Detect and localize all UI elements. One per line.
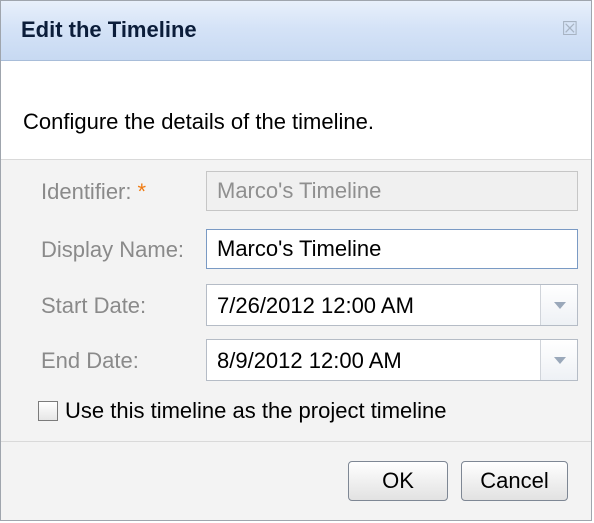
cancel-button[interactable]: Cancel: [461, 461, 568, 501]
project-timeline-checkbox-label[interactable]: Use this timeline as the project timelin…: [65, 398, 447, 424]
start-date-value[interactable]: 7/26/2012 12:00 AM: [217, 293, 414, 319]
end-date-dropdown-button[interactable]: [540, 340, 577, 380]
dialog-titlebar: Edit the Timeline ☒: [1, 1, 591, 61]
end-date-label: End Date:: [41, 348, 139, 373]
dialog-title: Edit the Timeline: [21, 17, 197, 42]
start-date-label: Start Date:: [41, 293, 147, 318]
display-name-input[interactable]: [206, 229, 578, 269]
footer-divider: [1, 441, 591, 442]
identifier-label: Identifier: *: [41, 179, 146, 205]
end-date-value[interactable]: 8/9/2012 12:00 AM: [217, 348, 402, 374]
start-date-combo[interactable]: 7/26/2012 12:00 AM: [206, 284, 578, 326]
display-name-label: Display Name:: [41, 237, 185, 262]
identifier-field: Marco's Timeline: [206, 171, 578, 211]
ok-button[interactable]: OK: [348, 461, 448, 501]
dialog-description: Configure the details of the timeline.: [23, 109, 374, 134]
start-date-dropdown-button[interactable]: [540, 285, 577, 325]
required-marker: *: [137, 179, 147, 204]
close-icon[interactable]: ☒: [561, 20, 579, 39]
edit-timeline-dialog: Edit the Timeline ☒ Configure the detail…: [0, 0, 592, 521]
chevron-down-icon: [554, 357, 566, 364]
project-timeline-checkbox[interactable]: [38, 401, 58, 421]
chevron-down-icon: [554, 302, 566, 309]
description-area: Configure the details of the timeline.: [1, 61, 591, 160]
end-date-combo[interactable]: 8/9/2012 12:00 AM: [206, 339, 578, 381]
identifier-label-text: Identifier:: [41, 179, 132, 204]
